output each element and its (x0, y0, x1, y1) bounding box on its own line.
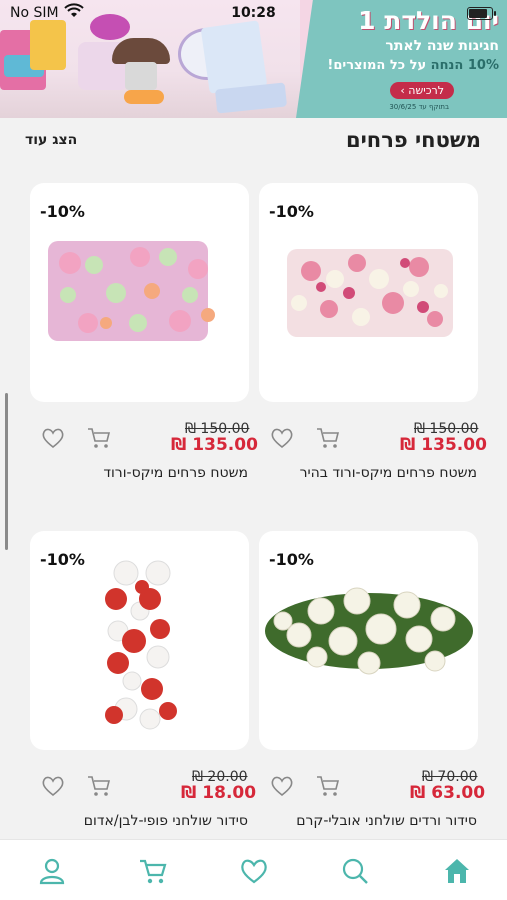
cta-label: לרכישה (408, 84, 444, 97)
clock: 10:28 (231, 5, 276, 21)
add-to-wishlist-button[interactable] (40, 773, 66, 799)
cart-icon (317, 776, 340, 796)
product-card[interactable]: -10% (259, 531, 478, 750)
cart-icon (317, 428, 340, 448)
home-icon (445, 859, 469, 883)
product-card[interactable]: -10% (30, 183, 249, 402)
cart-icon (140, 859, 167, 884)
nav-cart[interactable] (137, 855, 169, 887)
promo-subtitle: חגיגות שנה לאתר (385, 38, 499, 54)
nav-wishlist[interactable] (238, 855, 270, 887)
chevron-left-icon: › (400, 84, 405, 97)
product-card[interactable]: -10% (259, 183, 478, 402)
add-to-cart-button[interactable] (315, 425, 341, 451)
price: ₪ 135.00 (400, 435, 487, 455)
product-card[interactable]: -10% (30, 531, 249, 750)
bottom-nav (0, 839, 507, 900)
discount-badge: -10% (40, 550, 85, 569)
status-bar: No SIM 10:28 (0, 0, 507, 26)
search-icon (342, 858, 368, 884)
cart-icon (88, 776, 111, 796)
discount-badge: -10% (269, 550, 314, 569)
price: ₪ 18.00 (181, 783, 257, 803)
product-name[interactable]: סידור שולחני פופי-לבן/אדום (84, 813, 248, 829)
promo-offer: 10% הנחה על כל המוצרים! (327, 58, 499, 73)
add-to-wishlist-button[interactable] (40, 425, 66, 451)
scrollbar[interactable] (5, 393, 8, 550)
cart-icon (88, 428, 111, 448)
product-name[interactable]: סידור ורדים שולחני אובלי-קרם (296, 813, 477, 829)
add-to-cart-button[interactable] (315, 773, 341, 799)
add-to-cart-button[interactable] (86, 425, 112, 451)
nav-profile[interactable] (36, 855, 68, 887)
section-title: משטחי פרחים (346, 128, 481, 152)
heart-icon (271, 428, 293, 449)
product-name[interactable]: משטח פרחים מיקס-ורוד בהיר (300, 465, 477, 481)
heart-icon (42, 776, 64, 797)
heart-icon (271, 776, 293, 797)
promo-validity: בתוקף עד 30/6/25 (389, 103, 449, 111)
show-more-link[interactable]: הצג עוד (25, 132, 77, 148)
price: ₪ 63.00 (410, 783, 486, 803)
add-to-wishlist-button[interactable] (269, 425, 295, 451)
price: ₪ 135.00 (171, 435, 258, 455)
heart-icon (241, 859, 267, 884)
heart-icon (42, 428, 64, 449)
nav-search[interactable] (339, 855, 371, 887)
promo-offer-discount: 10% הנחה (430, 58, 499, 73)
discount-badge: -10% (269, 202, 314, 221)
user-icon (39, 858, 65, 885)
discount-badge: -10% (40, 202, 85, 221)
product-name[interactable]: משטח פרחים מיקס-ורוד (103, 465, 248, 481)
add-to-wishlist-button[interactable] (269, 773, 295, 799)
nav-home[interactable] (441, 855, 473, 887)
promo-offer-rest: על כל המוצרים! (327, 58, 427, 73)
promo-cta-button[interactable]: לרכישה › (390, 82, 454, 99)
battery-icon (467, 7, 496, 20)
add-to-cart-button[interactable] (86, 773, 112, 799)
